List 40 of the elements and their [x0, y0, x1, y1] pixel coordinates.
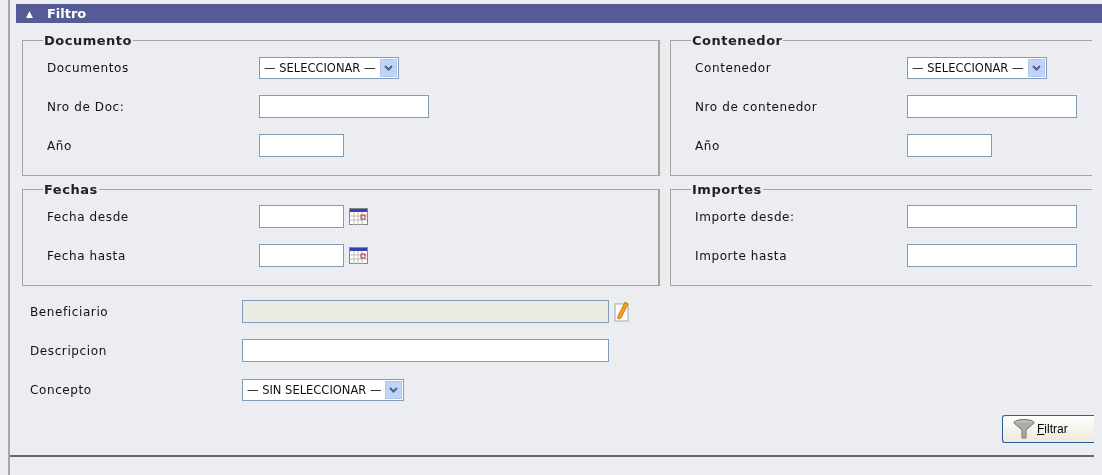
field-label: Año [695, 138, 721, 153]
dropdown[interactable]: — SELECCIONAR — [259, 56, 399, 79]
group-title: Documento [43, 33, 133, 48]
edit-icon[interactable] [614, 301, 630, 322]
field-label: Año [47, 138, 73, 153]
field-label: Documentos [47, 60, 130, 75]
field-label: Fecha hasta [47, 248, 127, 263]
field-label: Nro de contenedor [695, 99, 819, 114]
dropdown[interactable]: — SELECCIONAR — [907, 56, 1047, 79]
chevron-down-icon [389, 386, 399, 393]
field-label: Descripcion [30, 343, 108, 358]
input-field[interactable] [907, 95, 1077, 118]
chevron-down-icon [383, 64, 393, 71]
field-label: Contenedor [695, 60, 773, 75]
field-label: Fecha desde [47, 209, 130, 224]
panel-header[interactable]: ▲ Filtro [16, 4, 1102, 23]
funnel-icon [1013, 419, 1035, 439]
input-field[interactable] [907, 205, 1077, 228]
group-title: Contenedor [691, 33, 784, 48]
input-field[interactable] [259, 134, 344, 157]
date-field[interactable] [259, 205, 344, 228]
input-field[interactable] [907, 134, 992, 157]
field-label: Importe desde: [695, 209, 796, 224]
filter-button[interactable]: Filtrar [1002, 415, 1094, 443]
input-field[interactable] [242, 339, 609, 362]
group-title: Importes [691, 182, 763, 197]
chevron-down-icon [1031, 64, 1041, 71]
calendar-icon[interactable] [349, 247, 368, 264]
field-label: Beneficiario [30, 304, 110, 319]
date-field[interactable] [259, 244, 344, 267]
input-field[interactable] [907, 244, 1077, 267]
dropdown[interactable]: — SIN SELECCIONAR — [242, 378, 405, 401]
field-label: Importe hasta [695, 248, 789, 263]
collapse-arrow[interactable]: ▲ [26, 8, 33, 19]
group-title: Fechas [43, 182, 99, 197]
input-field[interactable] [259, 95, 429, 118]
field-label: Nro de Doc: [47, 99, 126, 114]
field-label: Concepto [30, 382, 93, 397]
calendar-icon[interactable] [349, 208, 368, 225]
panel-title: Filtro [46, 6, 87, 21]
